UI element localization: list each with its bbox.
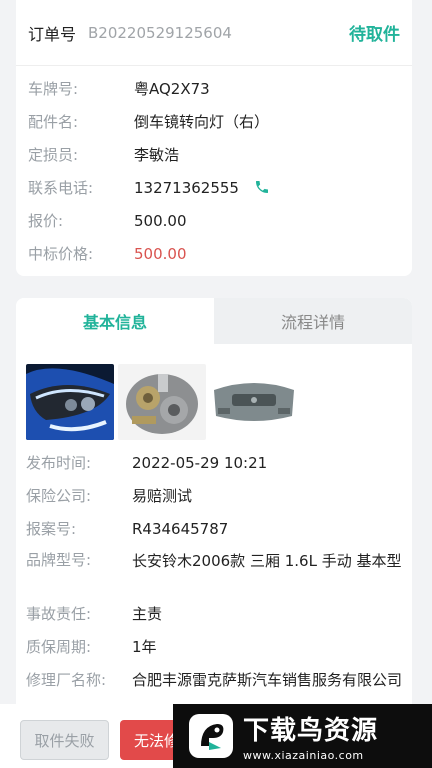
claim-number-row: 报案号: R434645787 [26,512,402,545]
publish-time-row: 发布时间: 2022-05-29 10:21 [26,446,402,479]
quote-row: 报价: 500.00 [28,204,400,237]
plate-label: 车牌号: [28,80,79,98]
insurer-row: 保险公司: 易赔测试 [26,479,402,512]
phone-value-wrap: 13271362555 [134,176,400,200]
assessor-value: 李敏浩 [134,145,180,164]
plate-value: 粤AQ2X73 [134,79,210,98]
photo-gearbox[interactable] [118,364,206,440]
liability-label: 事故责任: [26,605,92,623]
claim-number-label: 报案号: [26,520,77,538]
warranty-row: 质保周期: 1年 [26,630,402,663]
phone-row: 联系电话: 13271362555 [28,171,400,204]
info-card: 基本信息 流程详情 发布时间: 2022-05-29 10:21 保险公司: 易… [16,298,412,718]
tab-bar: 基本信息 流程详情 [16,298,412,344]
order-status-badge: 待取件 [349,25,400,45]
publish-time-value: 2022-05-29 10:21 [132,453,268,472]
pickup-failed-button[interactable]: 取件失败 [20,720,109,760]
publish-time-label: 发布时间: [26,454,92,472]
claim-number-value: R434645787 [132,519,229,538]
watermark-banner: 下载鸟资源 www.xiazainiao.com [173,704,432,768]
watermark-url: www.xiazainiao.com [243,749,364,762]
part-row: 配件名: 倒车镜转向灯（右） [28,105,400,138]
order-header: 订单号 B20220529125604 待取件 [16,0,412,66]
photo-gallery [16,344,412,440]
brand-model-row: 品牌型号: 长安铃木2006款 三厢 1.6L 手动 基本型 [26,545,402,597]
assessor-row: 定损员: 李敏浩 [28,138,400,171]
watermark-title: 下载鸟资源 [243,716,379,746]
warranty-value: 1年 [132,637,157,656]
quote-value: 500.00 [134,211,187,230]
phone-label: 联系电话: [28,179,94,197]
order-number: B20220529125604 [88,23,232,42]
plate-row: 车牌号: 粤AQ2X73 [28,72,400,105]
winning-price-value: 500.00 [134,244,187,263]
tab-process-details[interactable]: 流程详情 [214,298,412,344]
part-label: 配件名: [28,113,79,131]
warranty-label: 质保周期: [26,638,92,656]
liability-row: 事故责任: 主责 [26,597,402,630]
liability-value: 主责 [132,604,163,623]
order-details: 车牌号: 粤AQ2X73 配件名: 倒车镜转向灯（右） 定损员: 李敏浩 联系电… [16,66,412,270]
photo-bumper[interactable] [210,364,298,440]
brand-model-label: 品牌型号: [26,551,92,569]
tab-basic-info[interactable]: 基本信息 [16,298,214,344]
insurer-value: 易赔测试 [132,486,193,505]
bird-logo-icon [189,714,233,758]
assessor-label: 定损员: [28,146,79,164]
phone-value: 13271362555 [134,178,239,197]
brand-model-value: 长安铃木2006款 三厢 1.6L 手动 基本型 [132,552,402,570]
insurer-label: 保险公司: [26,487,92,505]
photo-headlight[interactable] [26,364,114,440]
part-value: 倒车镜转向灯（右） [134,112,270,131]
phone-icon[interactable] [254,179,270,195]
watermark-text: 下载鸟资源 www.xiazainiao.com [243,710,378,762]
repair-shop-label: 修理厂名称: [26,671,107,689]
basic-info-details: 发布时间: 2022-05-29 10:21 保险公司: 易赔测试 报案号: R… [16,440,412,696]
order-number-label: 订单号 [28,24,77,44]
order-card: 订单号 B20220529125604 待取件 车牌号: 粤AQ2X73 配件名… [16,0,412,276]
repair-shop-row: 修理厂名称: 合肥丰源雷克萨斯汽车销售服务有限公司 [26,663,402,696]
winning-price-row: 中标价格: 500.00 [28,237,400,270]
repair-shop-value: 合肥丰源雷克萨斯汽车销售服务有限公司 [132,670,403,689]
winning-price-label: 中标价格: [28,245,94,263]
quote-label: 报价: [28,212,64,230]
